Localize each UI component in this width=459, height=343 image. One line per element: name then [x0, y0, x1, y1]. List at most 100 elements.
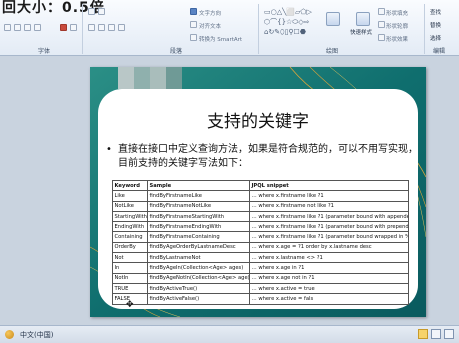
text-direction-button[interactable]: 文字方向	[199, 9, 221, 17]
replace-button[interactable]: 替换	[430, 21, 441, 29]
bullet-icon: •	[106, 144, 112, 155]
slide-editing-area[interactable]: 支持的关键字 • 直接在接口中定义查询方法，如果是符合规范的，可以不用写实现，目…	[0, 57, 459, 325]
convert-smartart-button[interactable]: 转换为 SmartArt	[199, 35, 242, 43]
language-indicator[interactable]: 中文(中国)	[20, 330, 53, 340]
cell-jpql: … where x.active = true	[249, 282, 409, 295]
shapes-gallery-icon[interactable]: ⌂↻✎⬯▯⚲☐⬣	[264, 29, 306, 36]
editing-group-label: 编辑	[433, 48, 446, 55]
shapes-gallery-icon[interactable]: ▭○△╲⬜▱⬠▷	[264, 9, 312, 16]
spellcheck-status-icon[interactable]	[5, 330, 14, 339]
header-keyword: Keyword	[112, 179, 148, 192]
cell-keyword: Like	[112, 190, 148, 202]
shape-outline-button[interactable]: 形状轮廓	[386, 22, 408, 30]
table-row: NotLike findByFirstnameNotLike … where x…	[112, 200, 409, 212]
cell-sample: findByAgeOrderByLastnameDesc	[147, 241, 250, 254]
cell-jpql: … where x.age = ?1 order by x.lastname d…	[249, 241, 409, 254]
cell-jpql: … where x.age not in ?1	[249, 272, 409, 284]
mosaic-block	[118, 67, 134, 89]
cell-jpql: … where x.firstname like ?1 (parameter b…	[249, 231, 409, 243]
smartart-icon[interactable]	[190, 34, 197, 41]
keyword-table[interactable]: Keyword Sample JPQL snippet Like findByF…	[112, 179, 409, 305]
header-jpql-snippet: JPQL snippet	[249, 179, 409, 192]
table-row: Containing findByFirstnameContaining … w…	[112, 231, 409, 243]
cell-keyword: TRUE	[112, 282, 148, 295]
arrange-icon[interactable]	[326, 12, 340, 26]
align-left-icon[interactable]	[88, 24, 95, 31]
cell-jpql: … where x.firstname like ?1	[249, 190, 409, 202]
table-row: Not findByLastnameNot … where x.lastname…	[112, 252, 409, 264]
align-center-icon[interactable]	[98, 24, 105, 31]
underline-icon[interactable]	[24, 24, 31, 31]
bold-icon[interactable]	[4, 24, 11, 31]
font-group-label: 字体	[38, 48, 51, 55]
table-row: StartingWith findByFirstnameStartingWith…	[112, 210, 409, 223]
font-color-icon[interactable]	[60, 24, 67, 31]
align-right-icon[interactable]	[108, 24, 115, 31]
cell-jpql: … where x.active = fals	[249, 293, 409, 305]
cell-keyword: In	[112, 262, 148, 274]
table-row: OrderBy findByAgeOrderByLastnameDesc … w…	[112, 241, 409, 254]
group-separator	[424, 4, 425, 54]
cell-jpql: … where x.firstname like ?1 (parameter b…	[249, 210, 409, 223]
cell-sample: findByFirstnameContaining	[147, 231, 250, 243]
bullets-icon[interactable]	[88, 8, 95, 15]
drawing-group-label: 绘图	[326, 48, 339, 55]
align-text-button[interactable]: 对齐文本	[199, 22, 221, 30]
cell-sample: findByFirstnameEndingWith	[147, 221, 250, 233]
mosaic-block	[134, 67, 150, 89]
normal-view-button[interactable]	[418, 329, 428, 339]
cell-sample: findByAgeIn(Collection<Age> ages)	[147, 262, 250, 274]
justify-icon[interactable]	[118, 24, 125, 31]
shape-fill-icon[interactable]	[378, 8, 385, 15]
cell-keyword: NotIn	[112, 272, 148, 284]
align-text-icon[interactable]	[190, 21, 197, 28]
shape-effects-icon[interactable]	[378, 34, 385, 41]
table-row: EndingWith findByFirstnameEndingWith … w…	[112, 221, 409, 233]
quick-styles-button[interactable]: 快速样式	[350, 28, 372, 36]
shapes-gallery-icon[interactable]: ⬡⌒{}☆⬭◇⇨	[264, 19, 310, 26]
paragraph-group-label: 段落	[170, 48, 183, 55]
slide-title[interactable]: 支持的关键字	[98, 107, 418, 132]
find-button[interactable]: 查找	[430, 8, 441, 16]
cell-sample: findByFirstnameLike	[147, 190, 250, 202]
cell-jpql: … where x.lastname <> ?1	[249, 252, 409, 264]
slide-sorter-view-button[interactable]	[431, 329, 441, 339]
shape-fill-button[interactable]: 形状填充	[386, 9, 408, 17]
header-sample: Sample	[147, 179, 250, 192]
mosaic-block	[166, 67, 182, 89]
cell-sample: findByAgeNotIn(Collection<Age> age)	[147, 272, 250, 284]
text-direction-icon[interactable]	[190, 8, 197, 15]
cell-sample: findByFirstnameStartingWith	[147, 210, 250, 223]
cell-jpql: … where x.age in ?1	[249, 262, 409, 274]
strikethrough-icon[interactable]	[34, 24, 41, 31]
numbering-icon[interactable]	[98, 8, 105, 15]
group-separator	[82, 4, 83, 54]
bullet-text: 直接在接口中定义查询方法，如果是符合规范的，可以不用写实现，目前支持的关键字写法…	[118, 144, 418, 169]
status-bar: 中文(中国)	[0, 325, 459, 343]
font-size-icon[interactable]	[70, 24, 77, 31]
cell-keyword: Containing	[112, 231, 148, 243]
slide[interactable]: 支持的关键字 • 直接在接口中定义查询方法，如果是符合规范的，可以不用写实现，目…	[90, 67, 426, 317]
cell-keyword: EndingWith	[112, 221, 148, 233]
cell-keyword: NotLike	[112, 200, 148, 212]
cell-jpql: … where x.firstname not like ?1	[249, 200, 409, 212]
cell-sample: findByFirstnameNotLike	[147, 200, 250, 212]
cell-jpql: … where x.firstname like ?1 (parameter b…	[249, 221, 409, 233]
cell-keyword: Not	[112, 252, 148, 264]
table-row: NotIn findByAgeNotIn(Collection<Age> age…	[112, 272, 409, 284]
table-header-row: Keyword Sample JPQL snippet	[112, 179, 409, 192]
ribbon: 回大小：0.5倍 字体 文字方向 对齐文本 转换为 SmartArt 段落 ▭○…	[0, 0, 459, 56]
cell-sample: findByLastnameNot	[147, 252, 250, 264]
quick-styles-icon[interactable]	[356, 12, 370, 26]
shape-outline-icon[interactable]	[378, 21, 385, 28]
select-button[interactable]: 选择	[430, 34, 441, 42]
mouse-cursor-icon: ✥	[126, 300, 134, 310]
cell-sample: findByActiveFalse()	[147, 293, 250, 305]
table-row: TRUE findByActiveTrue() … where x.active…	[112, 282, 409, 295]
italic-icon[interactable]	[14, 24, 21, 31]
group-separator	[258, 4, 259, 54]
reading-view-button[interactable]	[444, 329, 454, 339]
mosaic-block	[150, 67, 166, 89]
shape-effects-button[interactable]: 形状效果	[386, 35, 408, 43]
table-row: FALSE findByActiveFalse() … where x.acti…	[112, 293, 409, 305]
